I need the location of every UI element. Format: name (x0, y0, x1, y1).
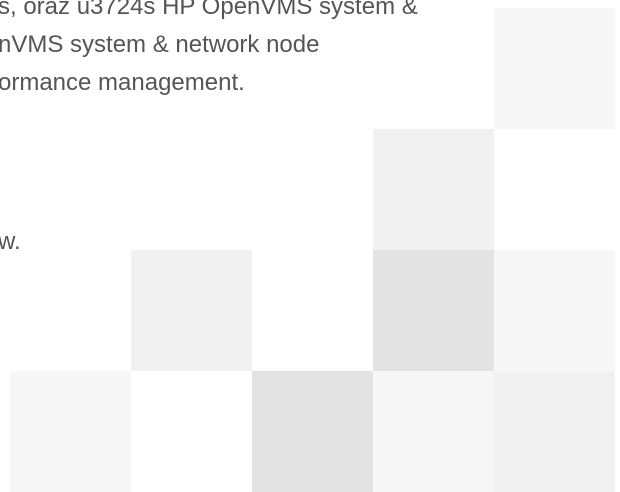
text-line: w. (0, 228, 21, 255)
body-text: s, oraz u3724s HP OpenVMS system & nVMS … (0, 0, 620, 484)
text-line: nVMS system & network node (0, 31, 320, 58)
text-line: s, oraz u3724s HP OpenVMS system & (0, 0, 418, 20)
text-line: ormance management. (0, 69, 245, 96)
